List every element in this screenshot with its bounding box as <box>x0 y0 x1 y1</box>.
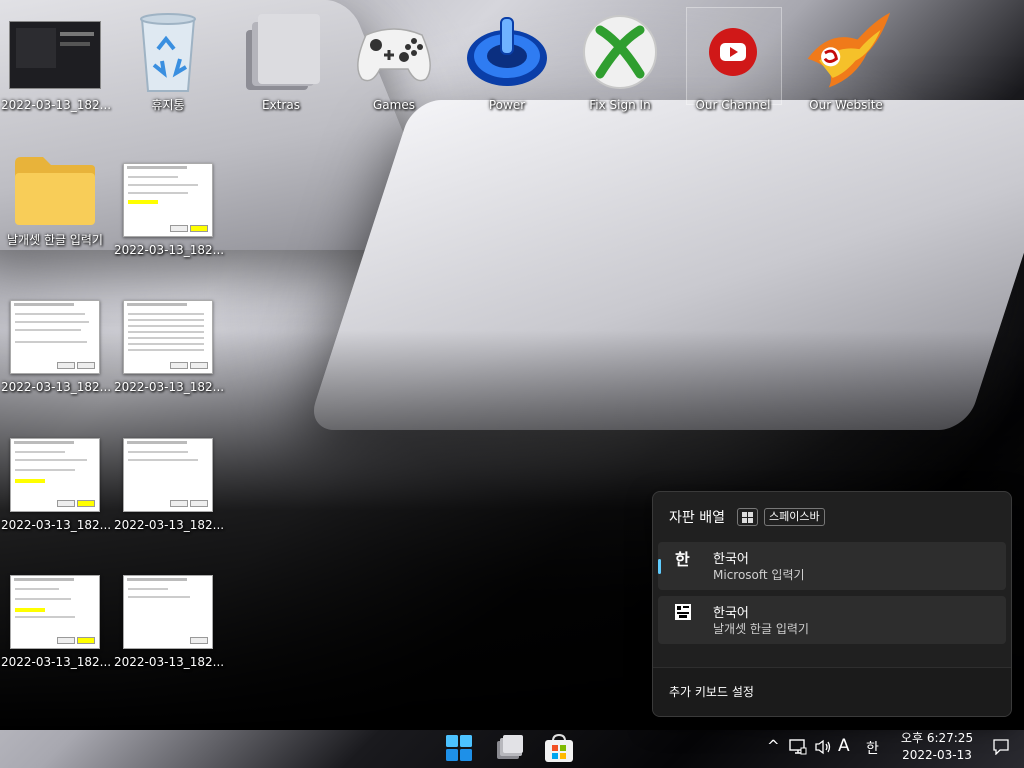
notification-icon[interactable] <box>993 739 1009 759</box>
desktop-icon-screenshot[interactable]: 2022-03-13_182... <box>114 435 225 533</box>
file-explorer-icon[interactable] <box>494 732 526 764</box>
icon-label: 2022-03-13_182... <box>114 243 225 257</box>
desktop-icon-screenshot[interactable]: 2022-03-13_182... <box>114 297 225 395</box>
clock[interactable]: 오후 6:27:25 2022-03-13 <box>896 730 978 764</box>
icon-label: Power <box>488 98 526 112</box>
desktop-icon-our-website[interactable]: Our Website <box>792 8 900 113</box>
windows-start-icon[interactable] <box>443 732 475 764</box>
icon-label: 휴지통 <box>151 98 185 112</box>
icon-label: Extras <box>262 98 300 112</box>
flyout-header: 자판 배열 스페이스바 <box>669 507 825 527</box>
folder-icon <box>9 150 101 230</box>
desktop-icon-screenshot[interactable]: 2022-03-13_182... <box>114 160 225 258</box>
screenshot-thumbnail-icon <box>122 435 214 515</box>
icon-label: 2022-03-13_182... <box>114 655 225 669</box>
desktop-icon-power[interactable]: Power <box>453 8 561 113</box>
ime-language-indicator[interactable]: 한 <box>866 738 879 758</box>
hangul-glyph-icon: 한 <box>675 550 690 569</box>
icon-label: 2022-03-13_182... <box>1 98 112 112</box>
ime-option-microsoft[interactable]: 한 한국어 Microsoft 입력기 <box>658 542 1006 590</box>
selected-indicator <box>658 559 661 574</box>
clock-date: 2022-03-13 <box>902 748 972 762</box>
more-keyboard-settings-link[interactable]: 추가 키보드 설정 <box>653 667 1011 716</box>
screenshot-thumbnail-icon <box>9 572 101 652</box>
xbox-icon <box>574 8 666 95</box>
ime-language: 한국어 <box>713 552 749 567</box>
nalgaeset-ime-icon <box>675 604 691 624</box>
windows-key-icon <box>736 508 758 526</box>
desktop-icon-fix-sign-in[interactable]: Fix Sign In <box>566 8 674 113</box>
icon-label: 2022-03-13_182... <box>1 518 112 532</box>
ime-mode-indicator[interactable]: A <box>838 736 850 756</box>
icon-label: 2022-03-13_182... <box>114 518 225 532</box>
taskbar: ^ A 한 오후 6:27:25 2022-03-13 <box>0 728 1024 768</box>
show-hidden-icons-chevron[interactable]: ^ <box>767 737 780 755</box>
icon-label: 날개셋 한글 입력기 <box>7 233 103 247</box>
ime-name: 날개셋 한글 입력기 <box>713 622 809 636</box>
microsoft-store-icon[interactable] <box>543 732 575 764</box>
desktop-icon-screenshot[interactable]: 2022-03-13_182... <box>1 572 112 670</box>
desktop-icon-screenshot[interactable]: 2022-03-13_182... <box>114 572 225 670</box>
icon-label: 2022-03-13_182... <box>114 380 225 394</box>
power-icon <box>461 8 553 95</box>
desktop-icon-games[interactable]: Games <box>340 8 448 113</box>
desktop-icon-recycle-bin[interactable]: 휴지통 <box>114 8 222 113</box>
screenshot-thumbnail-icon <box>122 572 214 652</box>
screenshot-thumbnail-icon <box>9 297 101 377</box>
icon-label: Our Channel <box>695 98 771 112</box>
folder-stack-icon <box>235 8 327 95</box>
ime-language: 한국어 <box>713 606 749 621</box>
desktop-icon-extras[interactable]: Extras <box>227 8 335 113</box>
ime-option-nalgaeset[interactable]: 한국어 날개셋 한글 입력기 <box>658 596 1006 644</box>
clock-time: 오후 6:27:25 <box>900 731 974 745</box>
icon-label: Our Website <box>809 98 883 112</box>
ime-name: Microsoft 입력기 <box>713 568 805 582</box>
desktop-icon-screenshot[interactable]: 2022-03-13_182... <box>1 297 112 395</box>
more-keyboard-settings-label: 추가 키보드 설정 <box>669 685 754 699</box>
input-method-flyout: 자판 배열 스페이스바 한 한국어 Microsoft 입력기 한국어 날개셋 … <box>652 491 1012 717</box>
desktop-icon-nalgaeset[interactable]: 날개셋 한글 입력기 <box>1 150 109 248</box>
desktop-icon-screenshot[interactable]: 2022-03-13_182... <box>1 435 112 533</box>
desktop-icon-screenshot[interactable]: 2022-03-13_182... <box>1 15 112 113</box>
screenshot-thumbnail-icon <box>9 15 101 95</box>
gamepad-icon <box>348 8 440 95</box>
flyout-title: 자판 배열 <box>669 510 725 526</box>
youtube-icon <box>687 8 779 95</box>
spacebar-key: 스페이스바 <box>763 508 825 526</box>
phoenix-logo-icon <box>800 8 892 95</box>
screenshot-thumbnail-icon <box>122 297 214 377</box>
screenshot-thumbnail-icon <box>122 160 214 240</box>
desktop-icon-our-channel[interactable]: Our Channel <box>679 8 787 113</box>
icon-label: Games <box>373 98 415 112</box>
icon-label: 2022-03-13_182... <box>1 655 112 669</box>
icon-label: 2022-03-13_182... <box>1 380 112 394</box>
screenshot-thumbnail-icon <box>9 435 101 515</box>
volume-icon[interactable] <box>814 739 832 759</box>
recycle-bin-icon <box>122 8 214 95</box>
network-icon[interactable] <box>789 738 807 760</box>
icon-label: Fix Sign In <box>589 98 651 112</box>
